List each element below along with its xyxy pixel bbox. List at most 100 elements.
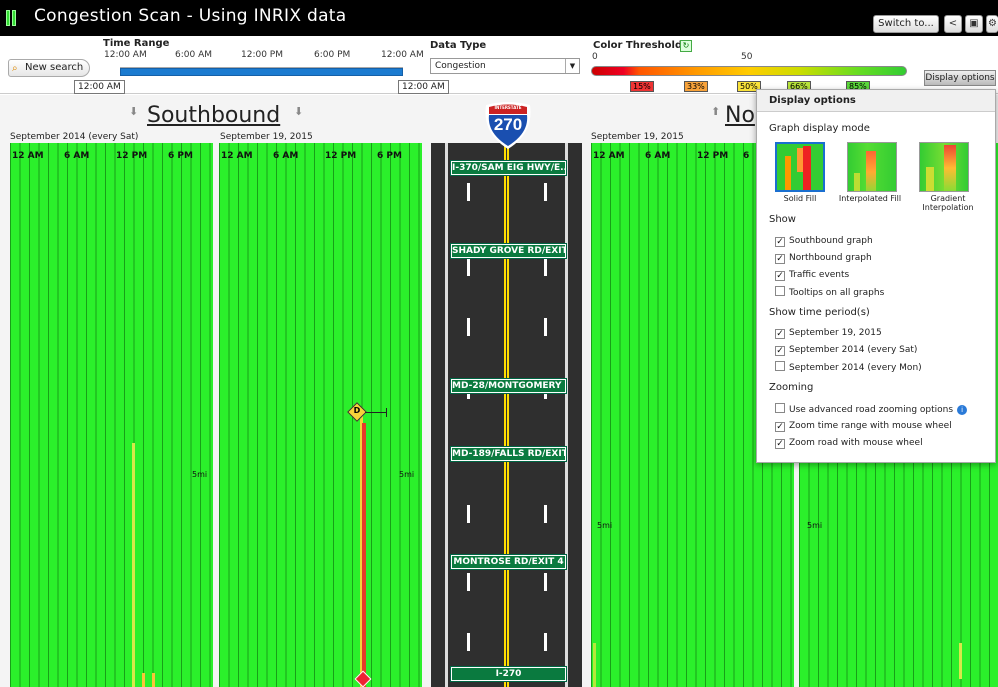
threshold-scale-50: 50 bbox=[741, 52, 753, 62]
lane-dash bbox=[544, 505, 547, 523]
hour-label: 12 PM bbox=[325, 151, 357, 161]
exit-sign[interactable]: MONTROSE RD/EXIT 4 bbox=[450, 554, 567, 570]
checkbox-label: September 19, 2015 bbox=[789, 328, 882, 338]
new-search-button[interactable]: ⌕ New search bbox=[8, 59, 90, 77]
mile-mark: 5mi bbox=[399, 470, 415, 479]
app-logo-icon bbox=[6, 10, 16, 26]
checkbox-label: Use advanced road zooming options bbox=[789, 405, 954, 415]
solid-fill-mode-thumb[interactable] bbox=[775, 142, 825, 192]
checkbox-label: Northbound graph bbox=[789, 253, 872, 263]
period-sep-2015-checkbox[interactable]: ✓ September 19, 2015 bbox=[775, 327, 882, 339]
zooming-label: Zooming bbox=[769, 382, 814, 393]
graph-hours: 12 AM 6 AM 12 PM 6 PM bbox=[219, 143, 422, 161]
share-icon[interactable]: < bbox=[944, 15, 962, 33]
interstate-shield-icon: INTERSTATE 270 bbox=[482, 99, 534, 151]
hour-label: 6 bbox=[743, 151, 750, 161]
lane-dash bbox=[467, 318, 470, 336]
advanced-road-zoom-checkbox[interactable]: Use advanced road zooming options i bbox=[775, 403, 968, 415]
checkbox-label: Zoom road with mouse wheel bbox=[789, 438, 923, 448]
hour-label: 6 AM bbox=[273, 151, 299, 161]
data-type-select[interactable]: Congestion ▼ bbox=[430, 58, 580, 74]
mile-mark: 5mi bbox=[807, 521, 823, 530]
exit-sign[interactable]: MD-28/MONTGOMERY ... bbox=[450, 378, 567, 394]
northbound-heading: No bbox=[725, 103, 755, 128]
lane-dash bbox=[544, 318, 547, 336]
show-time-periods-label: Show time period(s) bbox=[769, 307, 870, 318]
checkbox-checked-icon: ✓ bbox=[775, 271, 785, 281]
exit-sign[interactable]: MD-189/FALLS RD/EXIT 5 bbox=[450, 446, 567, 462]
down-arrow-icon-2: ⬇ bbox=[294, 105, 304, 118]
checkbox-checked-icon: ✓ bbox=[775, 329, 785, 339]
exit-sign[interactable]: I-270 bbox=[450, 666, 567, 682]
color-threshold-bar[interactable] bbox=[591, 66, 907, 76]
road-shoulder bbox=[565, 143, 568, 687]
interstate-label: INTERSTATE bbox=[494, 105, 522, 110]
graph-hours: 12 AM 6 AM 12 PM 6 PM bbox=[10, 143, 213, 161]
gradient-interpolation-mode-thumb[interactable] bbox=[919, 142, 969, 192]
interpolated-fill-mode-thumb[interactable] bbox=[847, 142, 897, 192]
hour-label: 12 AM bbox=[593, 151, 625, 161]
save-icon[interactable]: ▣ bbox=[965, 15, 983, 33]
zoom-time-range-checkbox[interactable]: ✓ Zoom time range with mouse wheel bbox=[775, 420, 952, 432]
checkbox-unchecked-icon bbox=[775, 403, 785, 413]
road-shoulder bbox=[445, 143, 448, 687]
lane-dash bbox=[467, 258, 470, 276]
mode-label-interpolated: Interpolated Fill bbox=[838, 194, 902, 203]
tooltips-checkbox[interactable]: Tooltips on all graphs bbox=[775, 286, 884, 298]
congestion-streak bbox=[959, 643, 962, 679]
hour-label: 6 AM bbox=[645, 151, 671, 161]
show-label: Show bbox=[769, 214, 796, 225]
display-options-button[interactable]: Display options bbox=[924, 70, 996, 86]
controls-bar: ⌕ New search Time Range 12:00 AM 6:00 AM… bbox=[0, 36, 998, 94]
checkbox-checked-icon: ✓ bbox=[775, 439, 785, 449]
lane-dash bbox=[467, 505, 470, 523]
hour-label: 6 AM bbox=[64, 151, 90, 161]
road-diagram: I-370/SAM EIG HWY/E... SHADY GROVE RD/EX… bbox=[431, 143, 582, 687]
color-thresholds-label: Color Thresholds bbox=[593, 40, 689, 51]
northbound-graph-checkbox[interactable]: ✓ Northbound graph bbox=[775, 252, 872, 264]
period-sep-2014-sat-checkbox[interactable]: ✓ September 2014 (every Sat) bbox=[775, 344, 917, 356]
title-bar: Congestion Scan - Using INRIX data Switc… bbox=[0, 0, 998, 36]
threshold-mark-33[interactable]: 33% bbox=[684, 81, 708, 92]
lane-dash bbox=[544, 573, 547, 591]
time-tick-1: 6:00 AM bbox=[175, 50, 212, 60]
refresh-icon[interactable]: ↻ bbox=[680, 40, 692, 52]
congestion-graph-sb-2015[interactable]: 12 AM 6 AM 12 PM 6 PM 5mi D bbox=[219, 143, 422, 687]
southbound-graph-checkbox[interactable]: ✓ Southbound graph bbox=[775, 235, 873, 247]
app-title: Congestion Scan - Using INRIX data bbox=[34, 6, 347, 26]
checkbox-checked-icon: ✓ bbox=[775, 254, 785, 264]
time-start-box[interactable]: 12:00 AM bbox=[74, 80, 125, 94]
down-arrow-icon: ⬇ bbox=[129, 105, 139, 118]
period-sep-2014-mon-checkbox[interactable]: September 2014 (every Mon) bbox=[775, 361, 922, 373]
congestion-streak bbox=[362, 423, 366, 687]
traffic-event-duration bbox=[365, 412, 387, 413]
switch-to-button[interactable]: Switch to... bbox=[873, 15, 939, 33]
traffic-event-end bbox=[386, 408, 387, 417]
checkbox-label: Tooltips on all graphs bbox=[789, 288, 885, 298]
up-arrow-icon: ⬆ bbox=[711, 105, 721, 118]
checkbox-label: September 2014 (every Mon) bbox=[789, 363, 922, 373]
hour-label: 12 AM bbox=[221, 151, 253, 161]
time-range-label: Time Range bbox=[103, 38, 170, 49]
time-end-box[interactable]: 12:00 AM bbox=[398, 80, 449, 94]
chevron-down-icon: ▼ bbox=[565, 59, 579, 73]
exit-sign[interactable]: SHADY GROVE RD/EXIT 8 bbox=[450, 243, 567, 259]
checkbox-checked-icon: ✓ bbox=[775, 237, 785, 247]
lane-dash bbox=[544, 183, 547, 201]
time-range-slider[interactable] bbox=[120, 68, 403, 76]
zoom-road-checkbox[interactable]: ✓ Zoom road with mouse wheel bbox=[775, 437, 923, 449]
exit-sign[interactable]: I-370/SAM EIG HWY/E... bbox=[450, 160, 567, 176]
info-icon[interactable]: i bbox=[957, 405, 968, 415]
congestion-streak bbox=[142, 673, 145, 687]
time-tick-2: 12:00 PM bbox=[241, 50, 283, 60]
settings-icon[interactable]: ⚙ bbox=[986, 15, 998, 33]
lane-dash bbox=[467, 183, 470, 201]
congestion-graph-sb-2014[interactable]: 12 AM 6 AM 12 PM 6 PM 5mi bbox=[10, 143, 213, 687]
threshold-mark-15[interactable]: 15% bbox=[630, 81, 654, 92]
traffic-events-checkbox[interactable]: ✓ Traffic events bbox=[775, 269, 849, 281]
hour-label: 12 AM bbox=[12, 151, 44, 161]
checkbox-label: Traffic events bbox=[789, 270, 850, 280]
graph-gridlines bbox=[10, 143, 213, 687]
lane-dash bbox=[544, 258, 547, 276]
lane-dash bbox=[467, 573, 470, 591]
